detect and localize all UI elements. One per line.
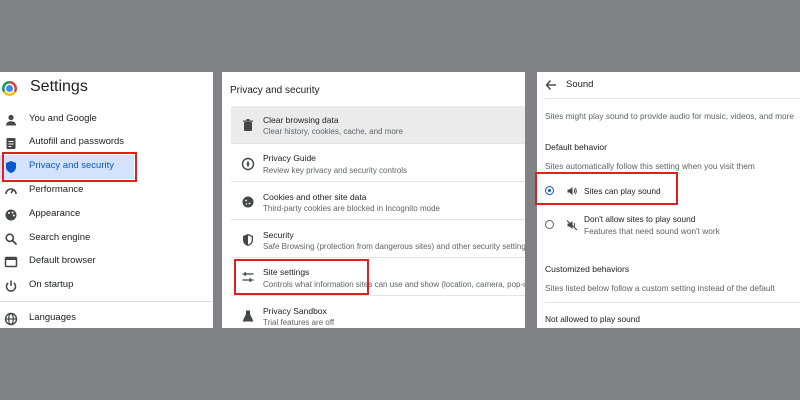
settings-title: Settings xyxy=(30,78,88,95)
option-subtitle: Features that need sound won't work xyxy=(584,226,720,236)
sidebar-divider xyxy=(0,301,213,302)
customized-behaviors-subtitle: Sites listed below follow a custom setti… xyxy=(545,283,775,293)
privacy-guide-row[interactable]: Privacy Guide Review key privacy and sec… xyxy=(231,143,525,182)
row-title: Privacy Guide xyxy=(263,153,316,163)
sidebar-item-you-and-google[interactable]: You and Google xyxy=(0,108,213,132)
privacy-sandbox-row[interactable]: Privacy Sandbox Trial features are off xyxy=(231,295,525,328)
sidebar-item-label: On startup xyxy=(29,279,74,290)
row-title: Privacy Sandbox xyxy=(263,306,327,316)
cookies-row[interactable]: Cookies and other site data Third-party … xyxy=(231,181,525,220)
sound-description: Sites might play sound to provide audio … xyxy=(545,111,795,121)
highlight-box-sites-can-play-sound xyxy=(535,172,678,205)
clear-browsing-data-row[interactable]: Clear browsing data Clear history, cooki… xyxy=(231,106,525,143)
row-subtitle: Safe Browsing (protection from dangerous… xyxy=(263,242,525,251)
sidebar-item-label: Languages xyxy=(29,312,77,323)
radio-dont-allow-sound[interactable] xyxy=(545,220,554,229)
sidebar-item-label: Autofill and passwords xyxy=(29,136,125,147)
sidebar-item-performance[interactable]: Performance xyxy=(0,179,213,203)
page-title: Sound xyxy=(566,79,594,90)
highlight-box-privacy-and-security xyxy=(2,152,137,182)
sidebar-item-on-startup[interactable]: On startup xyxy=(0,274,213,298)
compass-icon xyxy=(241,157,255,171)
power-icon xyxy=(5,280,17,292)
row-subtitle: Trial features are off xyxy=(263,318,335,327)
sidebar-item-label: Search engine xyxy=(29,232,91,243)
globe-icon xyxy=(4,312,18,326)
sidebar-item-search-engine[interactable]: Search engine xyxy=(0,227,213,251)
trash-icon xyxy=(243,119,253,131)
sidebar-item-default-browser[interactable]: Default browser xyxy=(0,250,213,274)
sidebar-item-label: Appearance xyxy=(29,208,81,219)
row-title: Security xyxy=(263,230,294,240)
sidebar-item-label: You and Google xyxy=(29,113,97,124)
default-behavior-heading: Default behavior xyxy=(545,142,607,152)
section-heading: Privacy and security xyxy=(230,85,320,96)
cookie-icon xyxy=(242,196,254,208)
option-label: Don't allow sites to play sound xyxy=(584,214,696,224)
clipboard-icon xyxy=(6,138,16,149)
divider xyxy=(545,302,800,303)
back-arrow-icon[interactable] xyxy=(545,79,557,91)
flask-icon xyxy=(242,310,254,322)
customized-behaviors-heading: Customized behaviors xyxy=(545,264,630,274)
chrome-logo-icon xyxy=(2,81,17,96)
palette-icon xyxy=(5,209,17,221)
default-behavior-subtitle: Sites automatically follow this setting … xyxy=(545,161,755,171)
highlight-box-site-settings xyxy=(234,259,369,295)
search-icon xyxy=(5,233,18,246)
row-title: Clear browsing data xyxy=(263,115,339,125)
browser-icon xyxy=(4,256,18,268)
not-allowed-heading: Not allowed to play sound xyxy=(545,314,641,324)
sidebar-item-appearance[interactable]: Appearance xyxy=(0,203,213,227)
row-subtitle: Third-party cookies are blocked in Incog… xyxy=(263,204,440,213)
speaker-muted-icon xyxy=(566,220,578,231)
security-row[interactable]: Security Safe Browsing (protection from … xyxy=(231,219,525,258)
sidebar-item-languages[interactable]: Languages xyxy=(0,307,213,328)
settings-sidebar-panel: Settings You and Google Autofill and pas… xyxy=(0,72,213,328)
speedometer-icon xyxy=(5,188,17,195)
row-subtitle: Review key privacy and security controls xyxy=(263,166,408,175)
sidebar-item-label: Default browser xyxy=(29,255,96,266)
divider xyxy=(545,98,800,99)
shield-icon xyxy=(243,234,253,246)
sidebar-item-label: Performance xyxy=(29,184,84,195)
row-title: Cookies and other site data xyxy=(263,192,367,202)
person-icon xyxy=(6,114,16,126)
row-subtitle: Clear history, cookies, cache, and more xyxy=(263,127,403,136)
